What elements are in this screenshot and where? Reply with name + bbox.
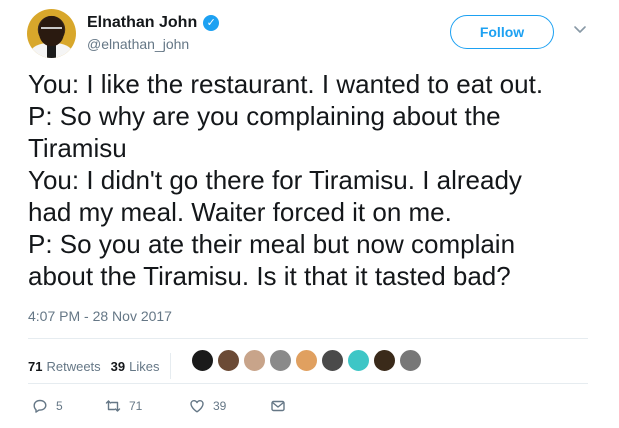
tweet-timestamp[interactable]: 4:07 PM - 28 Nov 2017 [28,308,172,324]
liker-avatar[interactable] [399,349,422,372]
tweet-line: P: So why are you complaining about the [28,101,501,131]
likes-label[interactable]: Likes [129,359,159,374]
reply-icon [33,399,47,413]
retweets-label[interactable]: Retweets [46,359,100,374]
likers-avatar-list [191,349,422,372]
liker-avatar[interactable] [321,349,344,372]
reply-count: 5 [56,399,63,413]
tweet-line: You: I like the restaurant. I wanted to … [28,69,544,99]
tweet-actions: 5 71 39 [32,398,332,418]
verified-badge-icon: ✓ [203,15,220,31]
author-display-name[interactable]: Elnathan John [87,14,197,32]
tweet-line: about the Tiramisu. Is it that it tasted… [28,261,511,291]
like-button[interactable]: 39 [189,398,226,414]
tweet-text: You: I like the restaurant. I wanted to … [28,68,598,292]
like-icon [190,400,204,413]
follow-button[interactable]: Follow [450,15,554,49]
divider [28,383,588,384]
direct-message-button[interactable] [270,398,286,414]
like-count: 39 [213,399,227,413]
retweets-count[interactable]: 71 [28,359,42,374]
liker-avatar[interactable] [373,349,396,372]
liker-avatar[interactable] [243,349,266,372]
reply-button[interactable]: 5 [32,398,63,414]
stats-separator [169,353,171,379]
liker-avatar[interactable] [295,349,318,372]
author-avatar[interactable] [27,9,76,58]
retweet-button[interactable]: 71 [105,398,142,414]
tweet-line: Tiramisu [28,133,127,163]
tweet-line: You: I didn't go there for Tiramisu. I a… [28,165,522,195]
chevron-down-icon[interactable] [572,22,588,38]
avatar-glasses [41,27,62,32]
tweet-stats: 71 Retweets 39 Likes [28,353,181,379]
liker-avatar[interactable] [217,349,240,372]
liker-avatar[interactable] [191,349,214,372]
retweet-count: 71 [129,399,143,413]
author-handle[interactable]: @elnathan_john [87,36,189,52]
liker-avatar[interactable] [347,349,370,372]
tweet-header: Elnathan John ✓ @elnathan_john Follow [27,9,597,59]
tweet-line: P: So you ate their meal but now complai… [28,229,516,259]
liker-avatar[interactable] [269,349,292,372]
retweet-icon [105,400,121,412]
tweet-line: had my meal. Waiter forced it on me. [28,197,452,227]
author-name-line[interactable]: Elnathan John ✓ [87,14,220,32]
direct-message-icon [271,400,285,412]
divider [28,338,588,339]
likes-count[interactable]: 39 [111,359,125,374]
